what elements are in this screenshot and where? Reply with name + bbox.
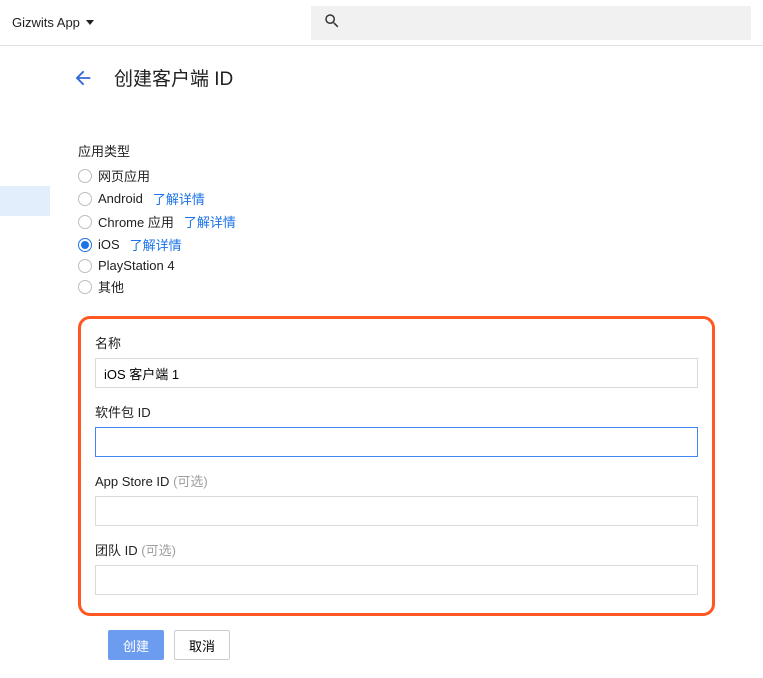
back-arrow-icon[interactable]	[72, 67, 94, 89]
create-button[interactable]: 创建	[108, 630, 164, 660]
app-type-option[interactable]: Chrome 应用了解详情	[78, 210, 715, 233]
app-type-option[interactable]: iOS 了解详情	[78, 233, 715, 256]
radio-label: 网页应用	[98, 166, 150, 185]
project-dropdown[interactable]: Gizwits App	[12, 15, 94, 30]
app-type-option[interactable]: 网页应用	[78, 164, 715, 187]
radio-label: 其他	[98, 277, 124, 296]
bundle-id-label: 软件包 ID	[95, 402, 698, 421]
radio-icon[interactable]	[78, 238, 92, 252]
app-type-radio-group: 网页应用Android了解详情Chrome 应用了解详情iOS了解详情PlayS…	[78, 164, 715, 298]
cancel-button[interactable]: 取消	[174, 630, 230, 660]
radio-icon[interactable]	[78, 215, 92, 229]
search-icon	[323, 12, 341, 33]
fields-highlight-box: 名称 软件包 ID App Store ID (可选) 团队 ID	[78, 316, 715, 616]
search-box[interactable]	[311, 6, 751, 40]
app-type-option[interactable]: 其他	[78, 275, 715, 298]
app-store-id-input[interactable]	[95, 496, 698, 526]
learn-more-link[interactable]: 了解详情	[130, 235, 182, 254]
topbar: Gizwits App	[0, 0, 763, 46]
left-rail-active-item[interactable]	[0, 186, 50, 216]
app-type-option[interactable]: PlayStation 4	[78, 256, 715, 275]
caret-down-icon	[86, 20, 94, 25]
learn-more-link[interactable]: 了解详情	[184, 212, 236, 231]
radio-label: Chrome 应用	[98, 212, 174, 231]
radio-label: iOS	[98, 237, 120, 252]
page-title: 创建客户端 ID	[114, 64, 233, 91]
radio-icon[interactable]	[78, 192, 92, 206]
name-label: 名称	[95, 333, 698, 352]
radio-icon[interactable]	[78, 259, 92, 273]
team-id-label: 团队 ID (可选)	[95, 540, 698, 559]
name-input[interactable]	[95, 358, 698, 388]
left-rail	[0, 46, 50, 678]
page-header: 创建客户端 ID	[72, 64, 739, 91]
team-id-input[interactable]	[95, 565, 698, 595]
bundle-id-input[interactable]	[95, 427, 698, 457]
app-store-id-label: App Store ID (可选)	[95, 471, 698, 490]
app-type-label: 应用类型	[78, 141, 715, 160]
project-name: Gizwits App	[12, 15, 80, 30]
app-type-option[interactable]: Android 了解详情	[78, 187, 715, 210]
radio-icon[interactable]	[78, 169, 92, 183]
learn-more-link[interactable]: 了解详情	[153, 189, 205, 208]
radio-icon[interactable]	[78, 280, 92, 294]
radio-label: Android	[98, 191, 143, 206]
radio-label: PlayStation 4	[98, 258, 175, 273]
